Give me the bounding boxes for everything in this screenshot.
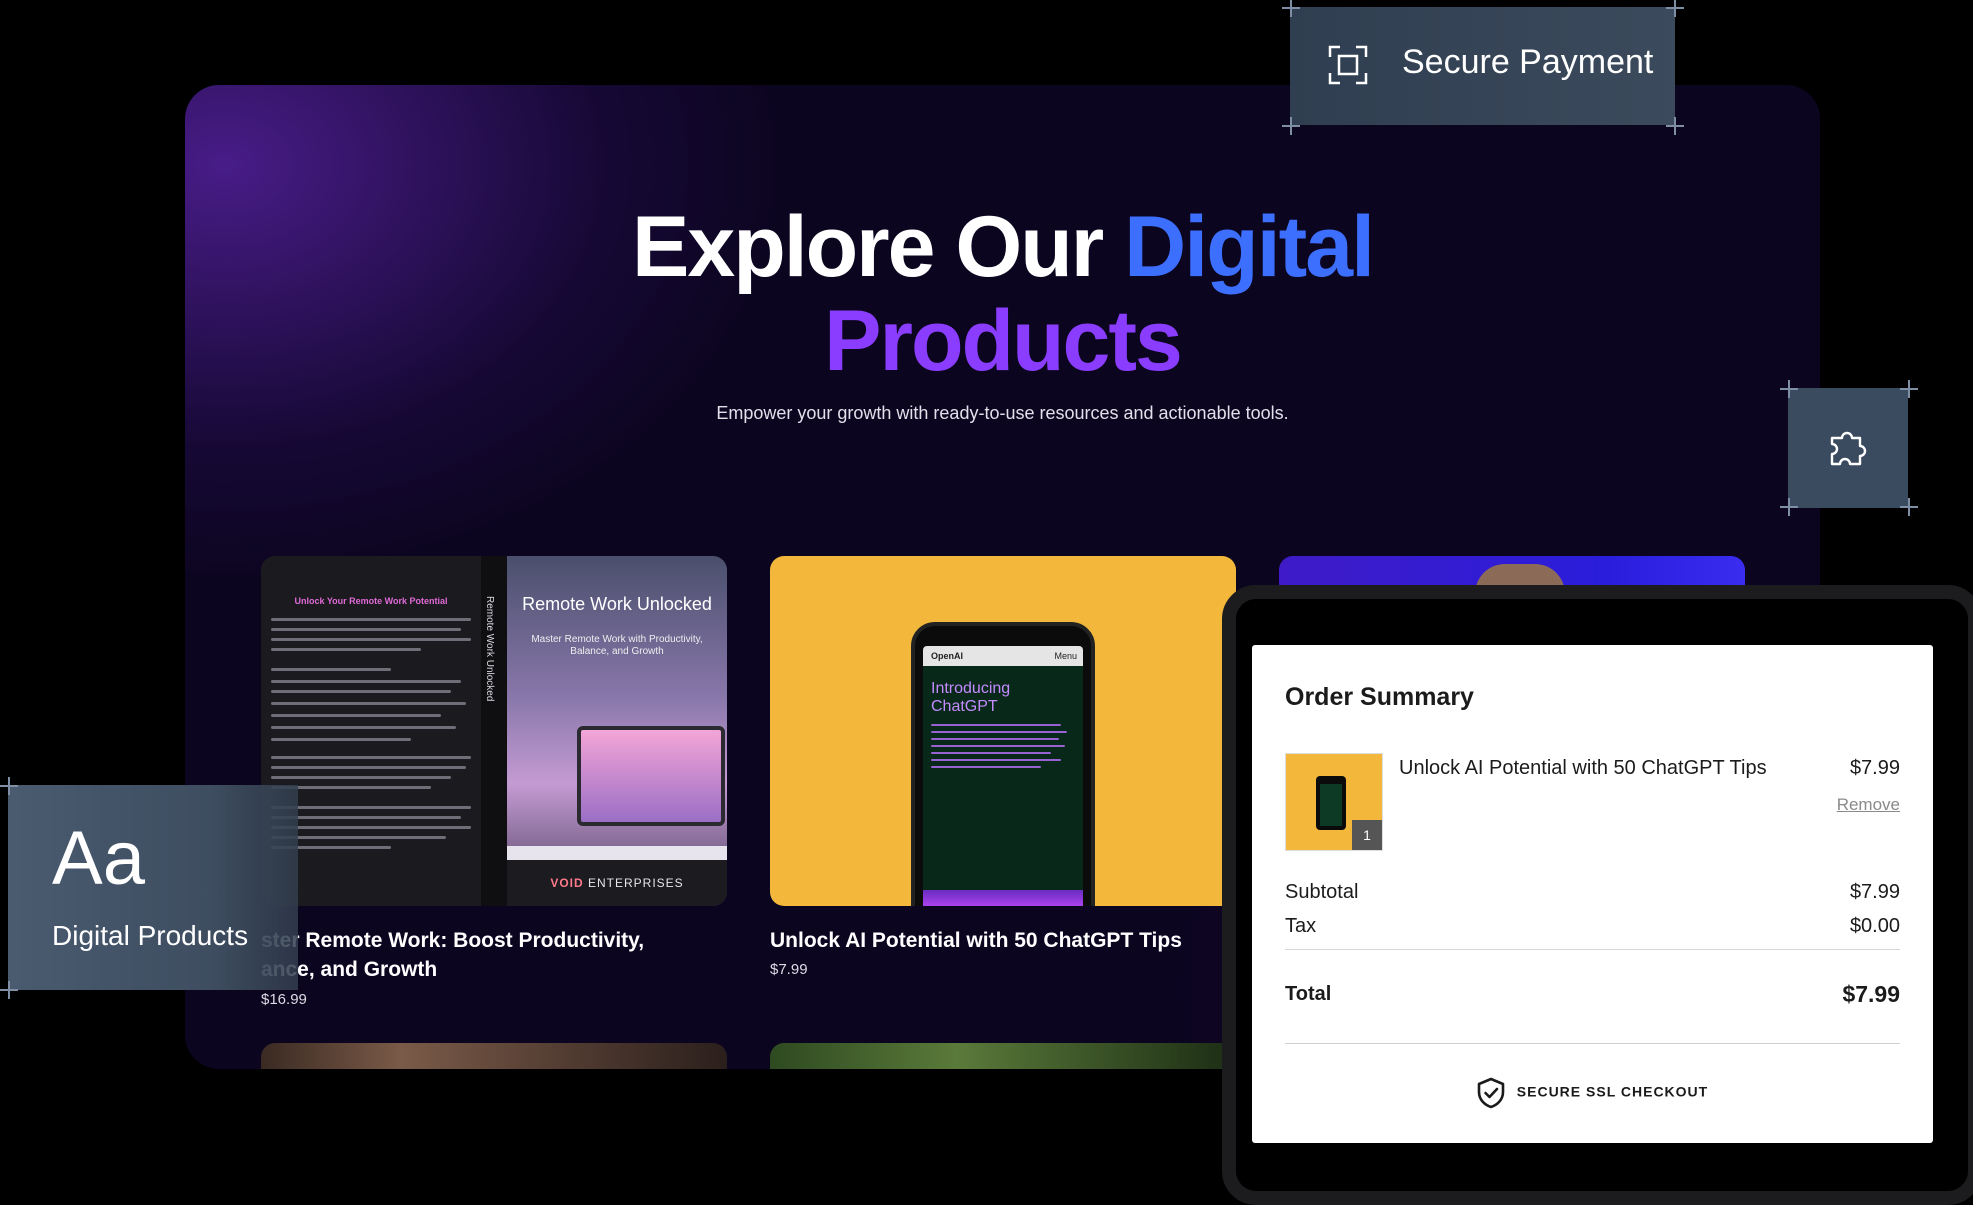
product-title-remote-work[interactable]: ster Remote Work: Boost Productivity, an… — [261, 926, 644, 984]
order-item-price: $7.99 — [1849, 757, 1900, 779]
scan-frame-icon — [1328, 45, 1368, 85]
remove-item-button[interactable]: Remove — [1837, 795, 1900, 815]
product-card-image-row2-1[interactable] — [261, 1043, 727, 1069]
phone-app-name: OpenAI — [931, 651, 964, 661]
phone-heading-line1: Introducing — [931, 680, 1011, 697]
divider — [1285, 1043, 1900, 1044]
font-sample: Aa — [52, 816, 145, 901]
hero-title-part1: Explore Our — [632, 199, 1125, 295]
phone-menu: Menu — [1054, 651, 1077, 661]
book-spine: Remote Work Unlocked — [481, 556, 507, 906]
product-card-image-chatgpt[interactable]: Menu OpenAI Introducing ChatGPT — [770, 556, 1236, 906]
product-price-chatgpt: $7.99 — [770, 961, 808, 978]
subtotal-value: $7.99 — [1849, 881, 1900, 903]
corner-cross — [1780, 380, 1798, 398]
tax-label: Tax — [1285, 915, 1317, 937]
corner-cross — [1666, 117, 1684, 135]
book-cover-title: Remote Work Unlocked — [522, 594, 712, 614]
puzzle-icon — [1830, 431, 1867, 466]
corner-cross — [0, 777, 18, 795]
shield-check-icon — [1477, 1077, 1505, 1109]
phone-heading: Introducing ChatGPT — [931, 680, 1075, 716]
corner-cross — [1282, 117, 1300, 135]
brand-rest: ENTERPRISES — [583, 876, 684, 890]
total-label: Total — [1285, 983, 1332, 1005]
puzzle-tag — [1788, 388, 1908, 508]
brand-bold: VOID — [550, 876, 584, 890]
tax-row: Tax $0.00 — [1285, 915, 1900, 938]
book-cover-brand: VOID ENTERPRISES — [507, 860, 727, 906]
divider — [1285, 949, 1900, 950]
book-back-heading: Unlock Your Remote Work Potential — [294, 596, 448, 606]
secure-checkout-badge: SECURE SSL CHECKOUT — [1252, 1077, 1933, 1109]
corner-cross — [1900, 380, 1918, 398]
subtotal-row: Subtotal $7.99 — [1285, 881, 1900, 904]
book-front-cover: Remote Work Unlocked Master Remote Work … — [507, 556, 727, 906]
corner-cross — [1900, 498, 1918, 516]
secure-payment-label: Secure Payment — [1402, 43, 1654, 81]
product-title-line1: ster Remote Work: Boost Productivity, — [261, 929, 645, 952]
book-cover-subtitle-line1: Master Remote Work with Productivity, — [531, 634, 703, 645]
corner-cross — [1666, 0, 1684, 17]
phone-glow — [923, 890, 1083, 906]
order-item-name: Unlock AI Potential with 50 ChatGPT Tips — [1399, 757, 1767, 779]
order-item-quantity: 1 — [1352, 820, 1382, 850]
phone-illustration: Menu OpenAI Introducing ChatGPT — [911, 622, 1095, 906]
subtotal-label: Subtotal — [1285, 881, 1359, 903]
phone-heading-line2: ChatGPT — [931, 698, 998, 715]
phone-screen: Menu OpenAI Introducing ChatGPT — [923, 646, 1083, 906]
corner-cross — [0, 981, 18, 999]
monitor-illustration — [577, 726, 725, 826]
total-row: Total $7.99 — [1285, 981, 1900, 1007]
total-value: $7.99 — [1842, 981, 1900, 1007]
secure-checkout-label: SECURE SSL CHECKOUT — [1516, 1083, 1709, 1100]
order-summary-panel: Order Summary 1 Unlock AI Potential with… — [1252, 645, 1933, 1143]
font-label: Digital Products — [52, 920, 249, 951]
product-card-image-remote-work[interactable]: Unlock Your Remote Work Potential Remote… — [261, 556, 727, 906]
hero-title-highlight-digital: Digital — [1124, 199, 1375, 295]
book-cover-subtitle-line2: Balance, and Growth — [570, 646, 664, 657]
typography-tag: Aa Digital Products — [8, 785, 298, 990]
product-card-image-row2-2[interactable] — [770, 1043, 1236, 1069]
product-price-remote-work: $16.99 — [261, 991, 307, 1008]
order-item-thumbnail: 1 — [1285, 753, 1383, 851]
book-spine-title: Remote Work Unlocked — [484, 596, 495, 702]
hero-title: Explore Our Digital Products — [185, 200, 1820, 388]
secure-payment-tag: Secure Payment — [1290, 7, 1675, 125]
order-summary-title: Order Summary — [1285, 683, 1474, 711]
corner-cross — [1780, 498, 1798, 516]
hero-subtitle: Empower your growth with ready-to-use re… — [716, 403, 1289, 423]
thumbnail-phone — [1316, 776, 1346, 830]
book-cover-subtitle: Master Remote Work with Productivity, Ba… — [507, 634, 727, 658]
tax-value: $0.00 — [1849, 915, 1900, 937]
hero-title-highlight-products: Products — [824, 293, 1183, 389]
product-title-chatgpt[interactable]: Unlock AI Potential with 50 ChatGPT Tips — [770, 926, 1182, 955]
corner-cross — [1282, 0, 1300, 17]
phone-app-bar: Menu OpenAI — [923, 646, 1083, 666]
